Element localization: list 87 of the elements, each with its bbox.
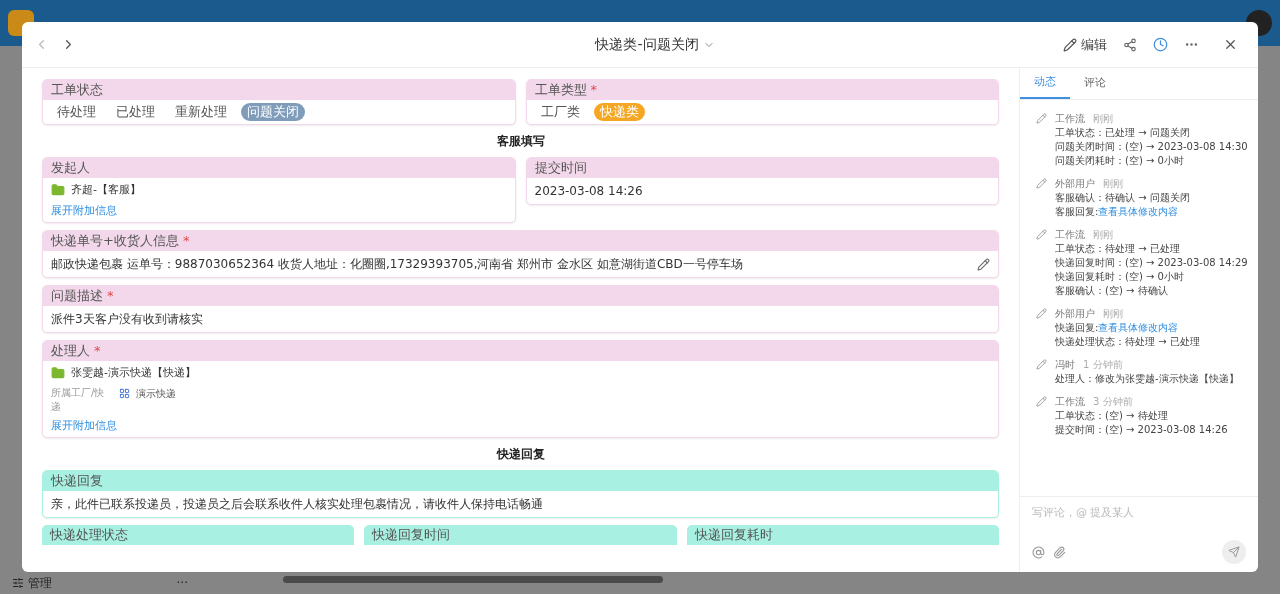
activity-change: 工单状态：(空) → 待处理 xyxy=(1055,409,1168,422)
activity-change: 处理人：修改为张雯越-演示快递【快递】 xyxy=(1055,372,1239,385)
status-option[interactable]: 问题关闭 xyxy=(241,103,305,121)
activity-author: 外部用户 xyxy=(1055,177,1095,190)
pencil-icon xyxy=(1036,229,1047,240)
history-icon[interactable] xyxy=(1153,37,1168,52)
field-label: 提交时间 xyxy=(534,160,587,176)
close-icon[interactable] xyxy=(1223,37,1238,52)
status-option[interactable]: 已处理 xyxy=(110,103,161,121)
field-label: 发起人 xyxy=(51,160,90,176)
folder-icon xyxy=(51,183,65,198)
status-option[interactable]: 重新处理 xyxy=(169,103,233,121)
status-option[interactable]: 工厂类 xyxy=(534,103,586,121)
activity-change: 问题关闭耗时：(空) → 0小时 xyxy=(1055,154,1184,167)
activity-author: 冯时 xyxy=(1055,358,1075,371)
person-name: 张雯越-演示快递【快递】 xyxy=(71,365,196,381)
pencil-icon xyxy=(1036,359,1047,370)
extra-value: 演示快递 xyxy=(136,386,176,401)
activity-change: 工单状态：待处理 → 已处理 xyxy=(1055,242,1180,255)
share-icon[interactable] xyxy=(1123,37,1137,52)
activity-change: 客服回复: xyxy=(1055,205,1099,218)
activity-change: 快递回复时间：(空) → 2023-03-08 14:29 xyxy=(1055,256,1248,269)
horizontal-scrollbar[interactable] xyxy=(283,576,663,583)
field-value: 2023-03-08 14:26 xyxy=(534,183,643,200)
sidebar-footer-label[interactable]: 管理 xyxy=(28,574,52,592)
section-heading: 快递回复 xyxy=(496,446,545,463)
activity-change: 工单状态：已处理 → 问题关闭 xyxy=(1055,126,1190,139)
required-mark: * xyxy=(590,82,597,98)
field-label: 快递回复耗时 xyxy=(694,527,773,543)
activity-time: 1 分钟前 xyxy=(1083,358,1123,371)
attachment-icon[interactable] xyxy=(1053,545,1066,559)
field-label: 快递回复 xyxy=(51,473,103,489)
expand-link[interactable]: 展开附加信息 xyxy=(51,202,507,219)
pencil-icon xyxy=(1063,37,1077,52)
activity-time: 刚刚 xyxy=(1103,307,1123,320)
required-mark: * xyxy=(107,288,114,304)
activity-change: 快递处理状态：待处理 → 已处理 xyxy=(1055,335,1200,348)
activity-change: 快递回复: xyxy=(1055,321,1099,334)
required-mark: * xyxy=(182,233,190,249)
grid-icon xyxy=(119,387,130,399)
mention-icon[interactable] xyxy=(1032,545,1045,559)
panel-tab[interactable]: 动态 xyxy=(1020,68,1070,99)
field-value: 亲，此件已联系投递员，投递员之后会联系收件人核实处理包裹情况，请收件人保持电话畅通 xyxy=(51,496,543,513)
status-option[interactable]: 待处理 xyxy=(51,103,102,121)
modal-title: 快递类-问题关闭 xyxy=(595,35,699,54)
activity-author: 工作流 xyxy=(1055,395,1085,408)
field-value: 派件3天客户没有收到请核实 xyxy=(51,311,203,328)
activity-time: 刚刚 xyxy=(1103,177,1123,190)
activity-author: 外部用户 xyxy=(1055,307,1095,320)
pencil-icon xyxy=(1036,113,1047,124)
activity-time: 3 分钟前 xyxy=(1093,395,1133,408)
send-icon xyxy=(1228,546,1240,558)
activity-author: 工作流 xyxy=(1055,112,1085,125)
activity-change: 客服确认：待确认 → 问题关闭 xyxy=(1055,191,1190,204)
field-label: 快递处理状态 xyxy=(50,527,128,543)
activity-change: 快递回复耗时：(空) → 0小时 xyxy=(1055,270,1184,283)
extra-label: 所属工厂/快递 xyxy=(51,385,106,414)
settings-icon[interactable] xyxy=(12,577,24,589)
folder-icon xyxy=(51,366,65,381)
comment-field[interactable]: 写评论，@ 提及某人 xyxy=(1032,505,1246,522)
field-label: 快递回复时间 xyxy=(372,527,451,543)
activity-time: 刚刚 xyxy=(1093,112,1113,125)
field-label: 处理人 xyxy=(51,343,90,359)
field-label: 问题描述 xyxy=(51,288,103,304)
pencil-icon xyxy=(1036,308,1047,319)
expand-link[interactable]: 展开附加信息 xyxy=(51,417,990,434)
required-mark: * xyxy=(94,343,101,359)
activity-time: 刚刚 xyxy=(1093,228,1113,241)
view-changes-link[interactable]: 查看具体修改内容 xyxy=(1098,321,1179,334)
person-name: 齐超-【客服】 xyxy=(71,182,141,198)
field-label: 工单类型 xyxy=(534,82,587,98)
activity-change: 客服确认：(空) → 待确认 xyxy=(1055,284,1168,297)
field-value: 邮政快递包裹 运单号：9887030652364 收货人地址：化圈圈,17329393705,河南省 郑州市 金水区 如意湖街道CBD一号停车场 xyxy=(51,256,743,273)
pencil-icon xyxy=(1036,178,1047,189)
section-heading: 客服填写 xyxy=(496,133,545,150)
activity-author: 工作流 xyxy=(1055,228,1085,241)
field-label: 工单状态 xyxy=(51,82,103,98)
send-button[interactable] xyxy=(1222,540,1246,564)
edit-button[interactable]: 编辑 xyxy=(1063,34,1107,55)
field-label: 快递单号+收货人信息 xyxy=(51,233,179,249)
pencil-icon xyxy=(1036,396,1047,407)
activity-change: 提交时间：(空) → 2023-03-08 14:26 xyxy=(1055,423,1228,436)
more-button[interactable]: ··· xyxy=(176,574,188,592)
panel-tab[interactable]: 评论 xyxy=(1070,68,1120,99)
edit-icon[interactable] xyxy=(977,257,990,271)
view-changes-link[interactable]: 查看具体修改内容 xyxy=(1098,205,1179,218)
activity-change: 问题关闭时间：(空) → 2023-03-08 14:30 xyxy=(1055,140,1248,153)
